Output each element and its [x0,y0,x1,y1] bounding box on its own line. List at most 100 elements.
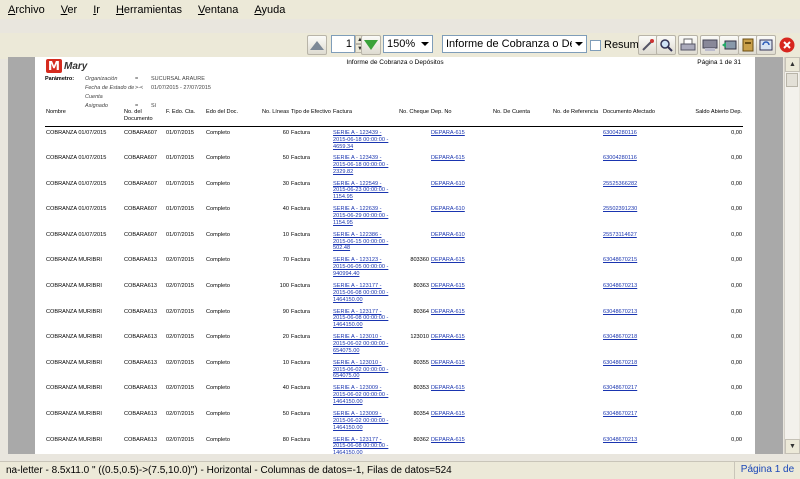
cell-cheque [394,127,430,153]
zoom-value: 150% [387,38,416,50]
cell-documento: COBARA607 [124,180,157,187]
cell-deposito-link[interactable]: DEPARA-615 [431,360,465,366]
cell-documento: COBARA607 [124,231,157,238]
cell-documento: COBARA613 [124,359,157,366]
zoom-select[interactable]: 150% [383,35,433,53]
cell-nombre: COBRANZA MURIBRI [46,436,102,443]
report-viewport[interactable]: M Mary Informe de Cobranza o Depósitos P… [8,57,783,454]
scroll-up-button[interactable]: ▲ [785,57,800,72]
cell-documento: COBARA607 [124,130,157,136]
cell-factura-link[interactable]: SERIE A - 123010 - 2015-06-02 00:00:00 -… [333,360,388,380]
page-number-spinner[interactable]: 1 ▲ ▼ [331,35,365,55]
cell-deposito-link[interactable]: DEPARA-615 [431,257,465,263]
previous-page-button[interactable] [307,35,327,55]
cell-referencia [552,254,602,280]
cell-documento-afectado-link[interactable]: 25525366282 [603,181,637,187]
cell-factura: SERIE A - 123439 - 2015-06-18 00:00:00 -… [332,127,394,153]
cell-documento-afectado: 63048670215 [602,254,666,280]
cell-documento-afectado: 25502391230 [602,203,666,229]
cell-factura-link[interactable]: SERIE A - 122549 - 2015-06-23 00:00:00 -… [333,181,388,201]
cell-documento-afectado-link[interactable]: 63048670213 [603,309,637,315]
customize-button[interactable] [638,35,658,55]
cell-deposito-link[interactable]: DEPARA-615 [431,437,465,443]
next-page-button[interactable] [361,35,381,55]
cell-documento-afectado-link[interactable]: 63048670213 [603,437,637,443]
cell-nombre: COBRANZA 01/07/2015 [46,130,107,136]
cell-documento-afectado-link[interactable]: 63048670213 [603,283,637,289]
cell-factura-link[interactable]: SERIE A - 123010 - 2015-06-02 00:00:00 -… [333,334,388,354]
cell-documento-afectado-link[interactable]: 25502391230 [603,206,637,212]
cell-saldo: 0,00 [731,180,742,187]
export-icon [702,39,718,51]
cell-documento-afectado-link[interactable]: 63048670218 [603,360,637,366]
cell-documento-afectado-link[interactable]: 63048670217 [603,411,637,417]
down-arrow-icon [364,40,378,50]
column-header: No. Cheque [394,107,430,127]
cell-deposito: DEPARA-615 [430,408,492,434]
cell-factura-link[interactable]: SERIE A - 122639 - 2015-06-29 00:00:00 -… [333,206,388,226]
summary-checkbox[interactable] [590,39,601,51]
page-number-input[interactable]: 1 [331,35,355,53]
report-select[interactable]: Informe de Cobranza o Depósitos [442,35,587,53]
cell-deposito-link[interactable]: DEPARA-610 [431,181,465,187]
table-row: COBRANZA MURIBRI COBARA613 02/07/2015 Compl… [45,408,743,434]
status-page-number: Página 1 de 31 [734,462,800,479]
send-button[interactable] [719,35,739,55]
column-header: Dep. No [430,107,492,127]
menu-ir[interactable]: Ir [91,3,102,17]
cell-factura-link[interactable]: SERIE A - 123177 - 2015-06-08 00:00:00 -… [333,437,388,454]
vertical-scrollbar[interactable]: ▲ ▼ [784,57,800,454]
cell-deposito-link[interactable]: DEPARA-615 [431,385,465,391]
archive-button[interactable] [738,35,758,55]
cell-factura-link[interactable]: SERIE A - 123439 - 2015-06-18 00:00:00 -… [333,155,388,175]
cell-documento-afectado: 63048670213 [602,280,666,306]
print-button[interactable] [678,35,698,55]
export-button[interactable] [700,35,720,55]
cell-documento-afectado-link[interactable]: 63048670217 [603,385,637,391]
cell-deposito-link[interactable]: DEPARA-610 [431,206,465,212]
cell-deposito-link[interactable]: DEPARA-615 [431,130,465,136]
cell-documento-afectado-link[interactable]: 63048670218 [603,334,637,340]
cell-factura-link[interactable]: SERIE A - 123009 - 2015-06-02 00:00:00 -… [333,385,388,405]
cell-factura-link[interactable]: SERIE A - 123177 - 2015-06-08 00:00:00 -… [333,283,388,303]
cell-documento-afectado-link[interactable]: 25573114627 [603,232,637,238]
cell-documento-afectado-link[interactable]: 63048670215 [603,257,637,263]
send-icon [722,40,737,50]
cell-tipo: Factura [291,411,310,418]
cell-deposito-link[interactable]: DEPARA-615 [431,155,465,161]
menu-ver[interactable]: Ver [59,3,80,17]
cell-factura-link[interactable]: SERIE A - 123123 - 2015-06-05 00:00:00 -… [333,257,388,277]
cell-factura-link[interactable]: SERIE A - 123009 - 2015-06-02 00:00:00 -… [333,411,388,431]
cell-cuenta [492,203,552,229]
cell-estado: Completo [206,385,230,392]
cell-estado: Completo [206,206,230,213]
scroll-down-button[interactable]: ▼ [785,439,800,454]
cell-factura-link[interactable]: SERIE A - 123439 - 2015-06-18 00:00:00 -… [333,130,388,150]
cell-deposito-link[interactable]: DEPARA-615 [431,334,465,340]
report-title: Informe de Cobranza o Depósitos [346,59,444,66]
cell-cheque [394,178,430,204]
cell-documento-afectado-link[interactable]: 63004280116 [603,155,637,161]
cell-factura-link[interactable]: SERIE A - 123177 - 2015-06-08 00:00:00 -… [333,309,388,329]
cell-nombre: COBRANZA MURIBRI [46,411,102,418]
cell-deposito-link[interactable]: DEPARA-615 [431,309,465,315]
menu-archivo[interactable]: Archivo [6,3,47,17]
cell-cuenta [492,357,552,383]
scroll-thumb[interactable] [786,73,798,87]
find-button[interactable] [656,35,676,55]
cell-factura-link[interactable]: SERIE A - 122386 - 2015-06-15 00:00:00 -… [333,232,388,252]
table-row: COBRANZA MURIBRI COBARA613 02/07/2015 Compl… [45,254,743,280]
cell-tipo: Factura [291,231,310,238]
cell-deposito-link[interactable]: DEPARA-615 [431,411,465,417]
cell-documento-afectado-link[interactable]: 63004280116 [603,130,637,136]
cell-deposito: DEPARA-610 [430,178,492,204]
cell-cuenta [492,382,552,408]
cell-deposito-link[interactable]: DEPARA-615 [431,283,465,289]
cell-deposito-link[interactable]: DEPARA-610 [431,232,465,238]
cell-documento-afectado: 25525366282 [602,178,666,204]
menu-herramientas[interactable]: Herramientas [114,3,184,17]
refresh-button[interactable] [756,35,776,55]
close-button[interactable] [777,35,797,55]
menu-ventana[interactable]: Ventana [196,3,240,17]
menu-ayuda[interactable]: Ayuda [252,3,287,17]
